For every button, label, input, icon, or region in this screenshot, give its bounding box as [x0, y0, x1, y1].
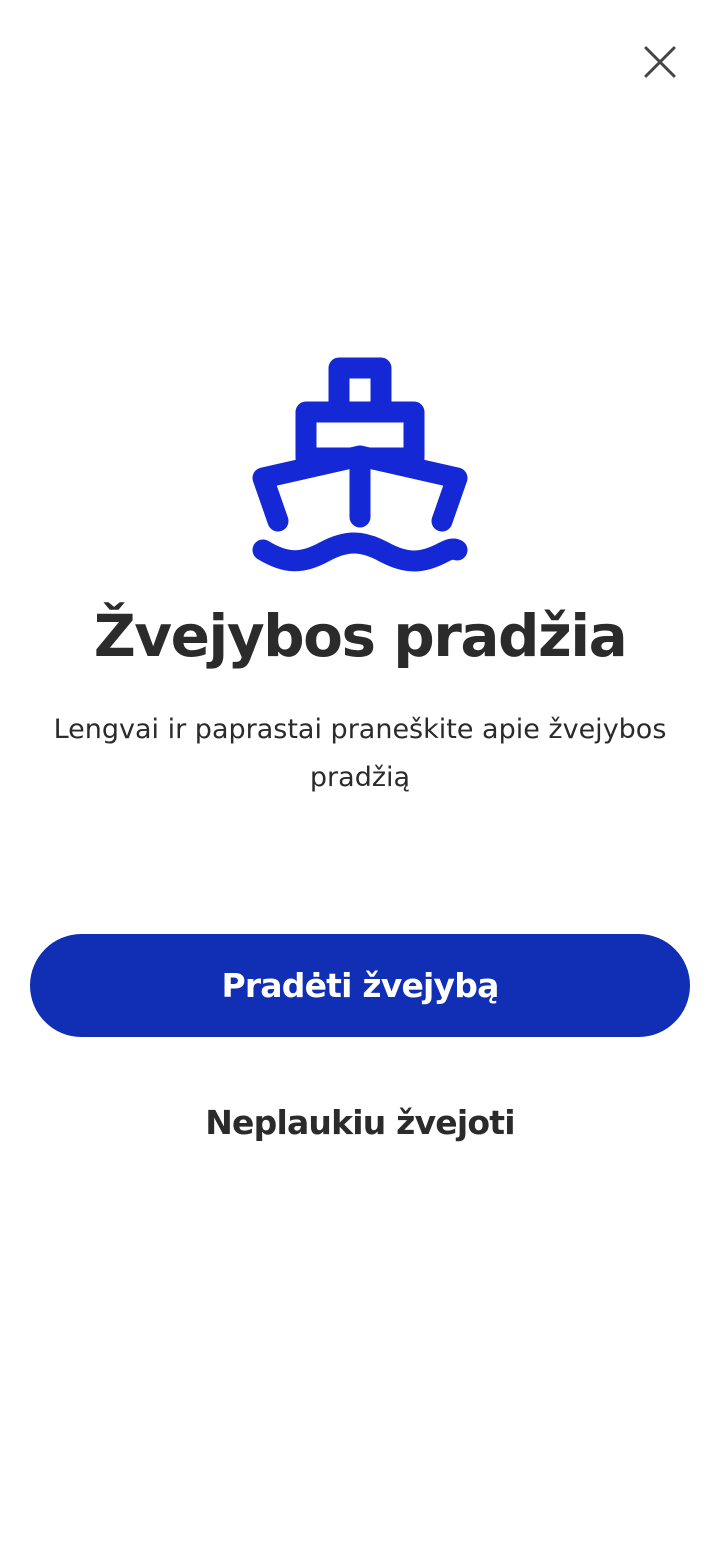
start-fishing-button[interactable]: Pradėti žvejybą — [30, 934, 690, 1037]
close-icon — [644, 46, 676, 78]
close-button[interactable] — [632, 34, 688, 90]
ship-icon — [250, 355, 470, 575]
page-subtitle: Lengvai ir paprastai praneškite apie žve… — [53, 714, 667, 793]
not-fishing-button[interactable]: Neplaukiu žvejoti — [160, 1090, 560, 1154]
page-title: Žvejybos pradžia — [93, 602, 628, 670]
